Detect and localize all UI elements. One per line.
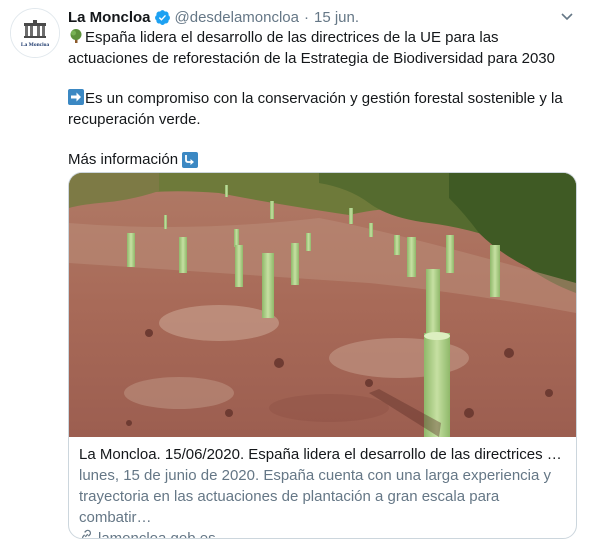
tweet-line-2: Es un compromiso con la conservación y g… xyxy=(68,90,563,128)
author-handle[interactable]: @desdelamoncloa xyxy=(175,9,299,26)
avatar-label: La Moncloa xyxy=(21,42,50,48)
tweet-line-1: España lidera el desarrollo de las direc… xyxy=(68,29,555,67)
card-domain-row[interactable]: lamoncloa.gob.es xyxy=(79,528,569,539)
tweet-date[interactable]: 15 jun. xyxy=(314,9,359,26)
verified-badge-icon xyxy=(154,9,171,26)
link-icon xyxy=(79,528,98,538)
tweet-header: La Moncloa @desdelamoncloa · 15 jun. xyxy=(68,7,576,27)
down-right-arrow-emoji-icon xyxy=(182,152,199,169)
right-arrow-emoji-icon xyxy=(68,89,84,105)
tree-emoji-icon xyxy=(68,28,84,44)
tweet-text: España lidera el desarrollo de las direc… xyxy=(68,28,578,171)
card-body: La Moncloa. 15/06/2020. España lidera el… xyxy=(79,444,569,539)
avatar[interactable]: La Moncloa xyxy=(10,8,60,58)
card-description: lunes, 15 de junio de 2020. España cuent… xyxy=(79,467,552,526)
moncloa-logo-icon: La Moncloa xyxy=(11,9,59,57)
card-domain: lamoncloa.gob.es xyxy=(98,530,216,539)
more-info-text: Más información xyxy=(68,151,179,168)
card-title[interactable]: La Moncloa. 15/06/2020. España lidera el… xyxy=(79,444,569,465)
card-image xyxy=(69,173,576,437)
chevron-down-icon[interactable] xyxy=(558,7,576,29)
separator-dot: · xyxy=(303,8,309,26)
author-name[interactable]: La Moncloa xyxy=(68,9,151,26)
link-card[interactable]: La Moncloa. 15/06/2020. España lidera el… xyxy=(68,172,577,539)
